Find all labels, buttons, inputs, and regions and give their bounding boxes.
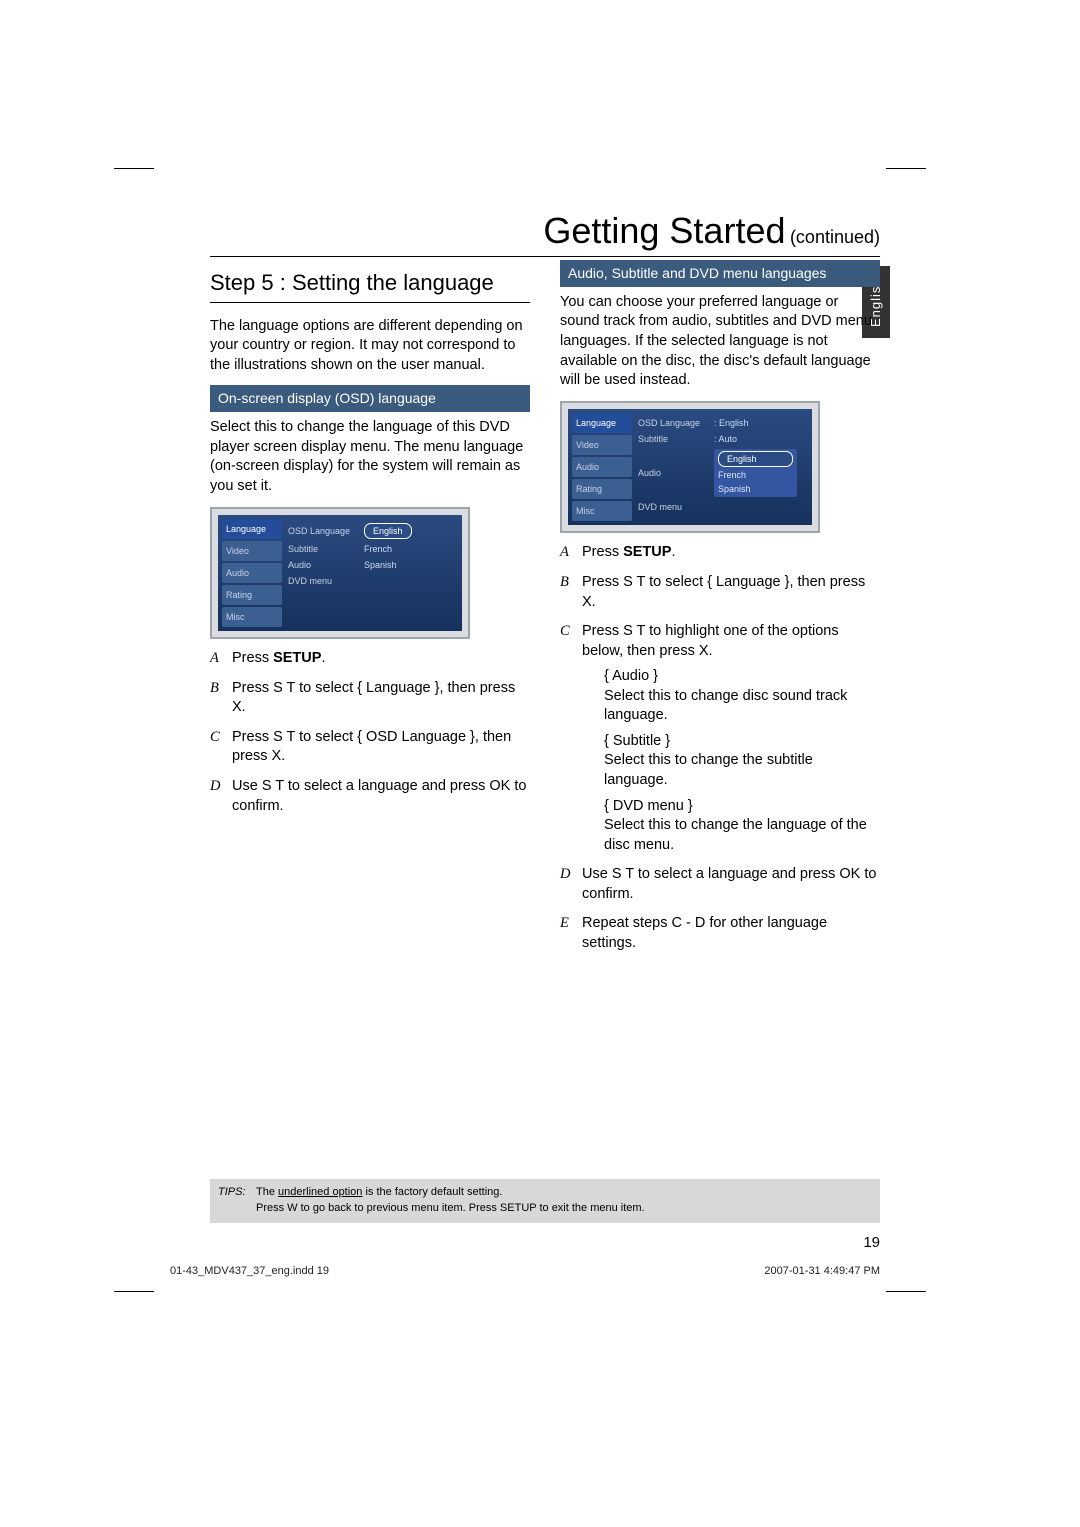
menu-row-label: Audio — [638, 467, 708, 479]
menu-row-label: Audio — [288, 559, 358, 571]
tips-label: TIPS: — [218, 1185, 246, 1201]
osd-body: Select this to change the language of th… — [210, 418, 530, 496]
tips-line1: The underlined option is the factory def… — [256, 1186, 502, 1198]
option-label: { Subtitle } — [604, 732, 880, 752]
option-label: { DVD menu } — [604, 797, 880, 817]
menu-side-item: Language — [222, 519, 282, 539]
step-item: D Use S T to select a language and press… — [210, 777, 530, 816]
menu-row-label: DVD menu — [638, 501, 708, 513]
step-item: B Press S T to select { Language }, then… — [210, 679, 530, 718]
step-marker: D — [210, 777, 220, 797]
menu-side-item: Rating — [572, 479, 632, 499]
right-column: Audio, Subtitle and DVD menu languages Y… — [560, 260, 880, 964]
step-text: Press S T to highlight one of the option… — [582, 623, 839, 659]
menu-dropdown-box: English French Spanish — [714, 449, 797, 497]
crop-mark — [114, 1251, 154, 1292]
manual-page: English Getting Started (continued) Step… — [0, 0, 1080, 1527]
menu-row-value: French — [364, 543, 392, 555]
crop-mark — [886, 168, 926, 209]
step-marker: D — [560, 865, 570, 885]
menu-selected-pill: English — [718, 451, 793, 467]
menu-row-value: Spanish — [364, 559, 397, 571]
option-block: { Audio } Select this to change disc sou… — [604, 667, 880, 726]
option-label: { Audio } — [604, 667, 880, 687]
tips-text: is the factory default setting. — [362, 1186, 502, 1198]
title-suffix: (continued) — [790, 227, 880, 247]
osd-menu-mock: Language Video Audio Rating Misc OSD Lan… — [210, 507, 470, 640]
step-item: A Press SETUP. — [560, 543, 880, 563]
option-desc: Select this to change disc sound track l… — [604, 687, 880, 726]
page-title: Getting Started (continued) — [210, 210, 880, 257]
setup-keyword: SETUP — [623, 544, 671, 560]
menu-row-value: : Auto — [714, 433, 737, 445]
footer-timestamp: 2007-01-31 4:49:47 PM — [764, 1265, 880, 1277]
menu-row-label: Subtitle — [288, 543, 358, 555]
menu-side-item: Audio — [572, 457, 632, 477]
step-item: A Press SETUP. — [210, 649, 530, 669]
step-text: Press — [232, 650, 273, 666]
step-item: C Press S T to highlight one of the opti… — [560, 622, 880, 855]
menu-row-label: DVD menu — [288, 575, 358, 587]
menu-selected-pill: English — [364, 523, 412, 539]
tips-underlined: underlined option — [278, 1186, 362, 1198]
step-item: D Use S T to select a language and press… — [560, 865, 880, 904]
menu-side-item: Video — [572, 435, 632, 455]
step-marker: B — [560, 573, 569, 593]
step-text: Press — [582, 544, 623, 560]
tips-line2: Press W to go back to previous menu item… — [256, 1202, 645, 1214]
tips-text: The — [256, 1186, 278, 1198]
intro-paragraph: The language options are different depen… — [210, 317, 530, 376]
content-columns: Step 5 : Setting the language The langua… — [210, 260, 880, 964]
option-block: { DVD menu } Select this to change the l… — [604, 797, 880, 856]
menu-box-item: Spanish — [718, 483, 793, 495]
menu-side-item: Rating — [222, 585, 282, 605]
menu-row-value: : English — [714, 417, 749, 429]
step-marker: C — [210, 728, 220, 748]
step-item: E Repeat steps C - D for other language … — [560, 914, 880, 953]
audio-intro: You can choose your preferred language o… — [560, 293, 880, 391]
crop-mark — [114, 168, 154, 209]
sub-heading-osd: On-screen display (OSD) language — [210, 385, 530, 412]
step-item: C Press S T to select { OSD Language }, … — [210, 728, 530, 767]
steps-list-left: A Press SETUP. B Press S T to select { L… — [210, 649, 530, 816]
sub-heading-audio: Audio, Subtitle and DVD menu languages — [560, 260, 880, 287]
title-main: Getting Started — [543, 210, 785, 251]
step-text: Repeat steps C - D for other language se… — [582, 915, 827, 951]
menu-row-label: OSD Language — [288, 525, 358, 537]
menu-box-item: French — [718, 469, 793, 481]
setup-keyword: SETUP — [273, 650, 321, 666]
step-marker: A — [560, 543, 569, 563]
menu-side-item: Misc — [572, 501, 632, 521]
step-text: . — [321, 650, 325, 666]
audio-menu-mock: Language Video Audio Rating Misc OSD Lan… — [560, 401, 820, 534]
menu-row-label: OSD Language — [638, 417, 708, 429]
menu-side-item: Audio — [222, 563, 282, 583]
crop-mark — [886, 1251, 926, 1292]
step-text: Press S T to select { Language }, then p… — [582, 574, 865, 610]
step-marker: B — [210, 679, 219, 699]
page-number: 19 — [863, 1234, 880, 1251]
step-text: Press S T to select { OSD Language }, th… — [232, 729, 511, 765]
step-item: B Press S T to select { Language }, then… — [560, 573, 880, 612]
step-marker: A — [210, 649, 219, 669]
menu-side-item: Video — [222, 541, 282, 561]
step-text: Use S T to select a language and press O… — [232, 778, 526, 814]
option-block: { Subtitle } Select this to change the s… — [604, 732, 880, 791]
step-text: Press S T to select { Language }, then p… — [232, 680, 515, 716]
step-marker: E — [560, 914, 569, 934]
step-heading: Step 5 : Setting the language — [210, 268, 530, 303]
menu-side-item: Misc — [222, 607, 282, 627]
steps-list-right: A Press SETUP. B Press S T to select { L… — [560, 543, 880, 953]
menu-side-item: Language — [572, 413, 632, 433]
step-text: . — [671, 544, 675, 560]
tips-bar: TIPS: The underlined option is the facto… — [210, 1179, 880, 1223]
left-column: Step 5 : Setting the language The langua… — [210, 260, 530, 964]
option-desc: Select this to change the language of th… — [604, 816, 880, 855]
step-text: Use S T to select a language and press O… — [582, 866, 876, 902]
step-marker: C — [560, 622, 570, 642]
option-desc: Select this to change the subtitle langu… — [604, 751, 880, 790]
menu-row-label: Subtitle — [638, 433, 708, 445]
footer-filename: 01-43_MDV437_37_eng.indd 19 — [170, 1265, 329, 1277]
